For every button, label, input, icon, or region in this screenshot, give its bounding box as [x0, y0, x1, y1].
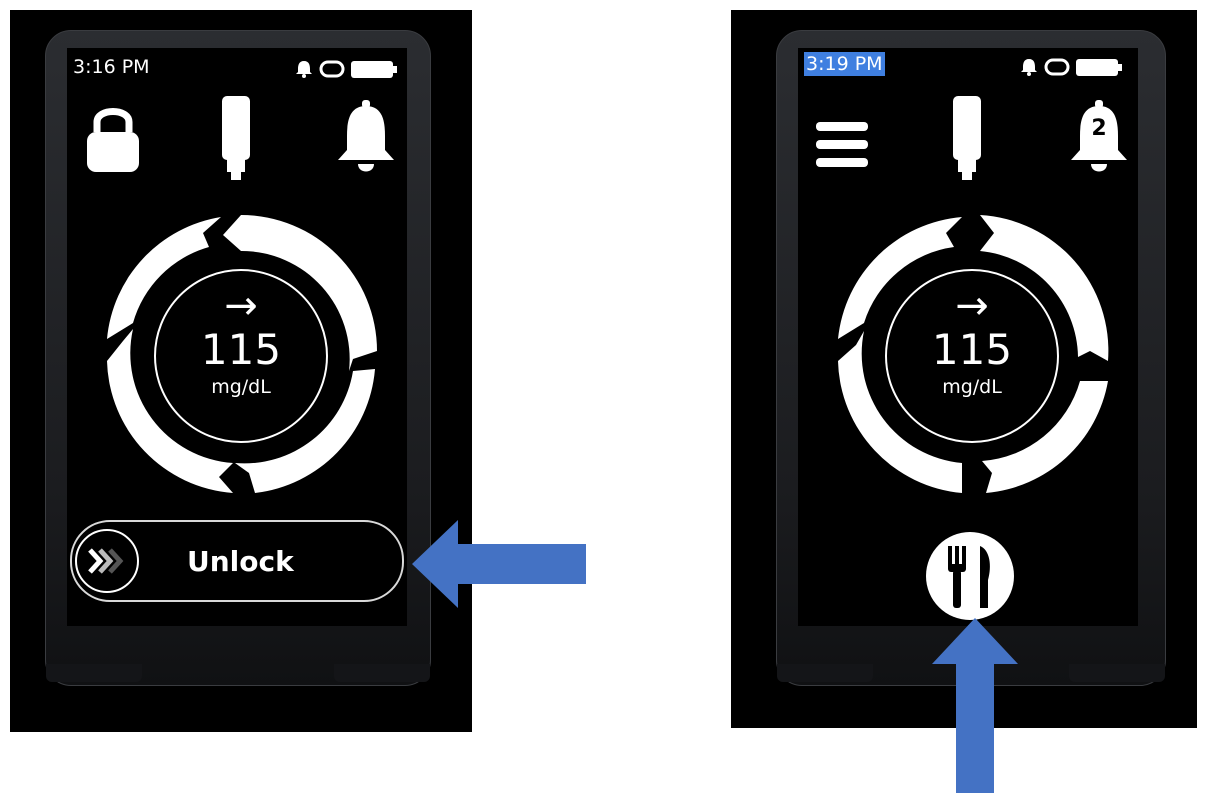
- left-device-screen: 3:16 PM → 115 mg/dL Unlock: [67, 48, 407, 626]
- bell-icon[interactable]: [335, 98, 397, 182]
- callout-arrow-up: [930, 616, 1020, 797]
- device-foot-left: [46, 664, 142, 682]
- alarm-bell-small-icon: [1021, 59, 1037, 76]
- unlock-slider-handle[interactable]: [75, 529, 139, 593]
- right-device-screen: 3:19 PM 2 → 115 mg/dL: [798, 48, 1138, 626]
- glucose-reading: → 115 mg/dL: [159, 286, 323, 400]
- glucose-value: 115: [931, 325, 1013, 374]
- meal-button[interactable]: [924, 530, 1016, 626]
- menu-icon[interactable]: [814, 120, 870, 174]
- callout-arrow-left: [410, 518, 588, 614]
- sensor-icon: [950, 94, 984, 186]
- glucose-unit: mg/dL: [211, 376, 271, 398]
- chevrons-right-icon: [88, 548, 124, 574]
- unlock-label: Unlock: [187, 544, 294, 578]
- status-icons: [295, 58, 399, 84]
- unlock-slider[interactable]: Unlock: [70, 520, 404, 602]
- glucose-value: 115: [200, 325, 282, 374]
- left-device-panel: 3:16 PM → 115 mg/dL Unlock: [10, 10, 472, 732]
- glucose-unit: mg/dL: [942, 376, 1002, 398]
- sensor-oval-small-icon: [1044, 58, 1070, 76]
- status-icons: [1020, 56, 1124, 82]
- trend-arrow: →: [224, 283, 258, 329]
- sensor-icon: [219, 94, 253, 186]
- battery-icon: [1076, 59, 1122, 76]
- battery-icon: [351, 61, 397, 78]
- lock-icon[interactable]: [83, 102, 143, 178]
- glucose-reading: → 115 mg/dL: [890, 286, 1054, 400]
- bell-icon[interactable]: 2: [1068, 98, 1130, 178]
- sensor-oval-small-icon: [319, 60, 345, 78]
- device-foot-right: [334, 664, 430, 682]
- status-time: 3:16 PM: [73, 56, 150, 78]
- notification-count-badge: 2: [1091, 116, 1107, 141]
- alarm-bell-small-icon: [296, 61, 312, 78]
- fork-knife-icon: [926, 532, 1014, 620]
- device-foot-right: [1069, 664, 1165, 682]
- device-foot-left: [777, 664, 873, 682]
- status-time: 3:19 PM: [804, 52, 885, 76]
- trend-arrow: →: [955, 283, 989, 329]
